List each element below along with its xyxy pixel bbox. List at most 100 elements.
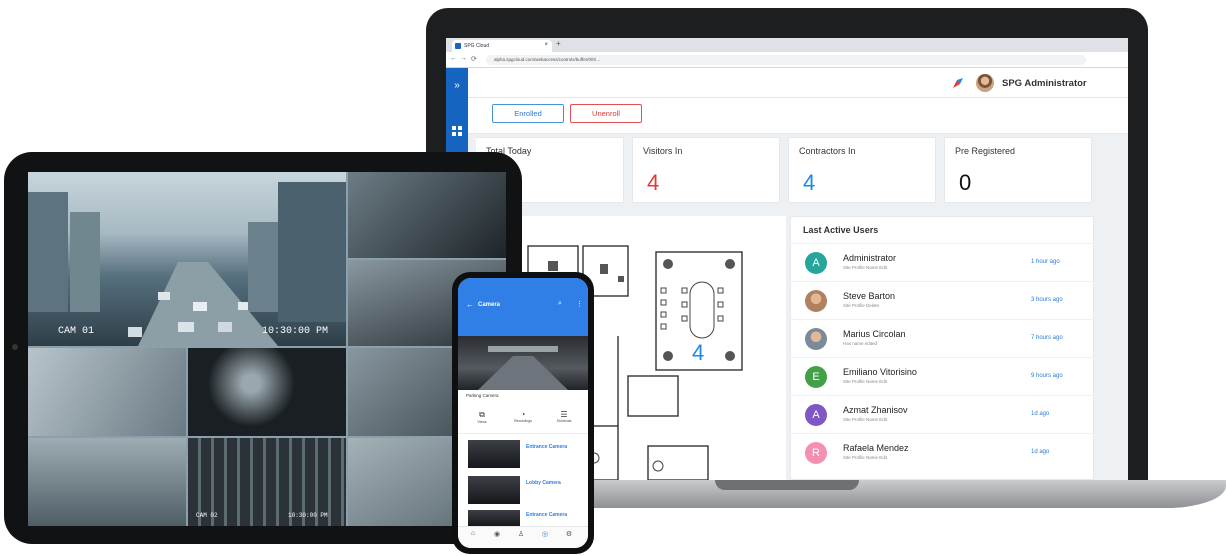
shortcuts-icon: ☰: [560, 410, 568, 419]
user-last-active-time: 1 hour ago: [1031, 259, 1060, 265]
camera-feed-main[interactable]: CAM 01 10:30:00 PM: [28, 172, 346, 346]
phone-bottom-nav: ⌂ ◉ ♙ ◎ ⚙: [458, 526, 588, 548]
phone-screen-title: Camera: [478, 302, 501, 308]
user-last-active-time: 9 hours ago: [1031, 373, 1063, 379]
enrolled-button[interactable]: Enrolled: [492, 104, 564, 123]
toolbar: Enrolled Unenroll: [468, 98, 1128, 134]
unenroll-button[interactable]: Unenroll: [570, 104, 642, 123]
back-arrow-icon[interactable]: ←: [466, 300, 474, 309]
phone-app-header: ← Camera ⌕ ⋮: [458, 278, 588, 336]
camera-name: Entrance Camera: [526, 444, 568, 450]
user-row[interactable]: Marius Circolan Has name edited 7 hours ag…: [791, 319, 1095, 357]
url-field[interactable]: alpha.spgcloud.com/webaccess/controls/bu…: [486, 55, 1086, 65]
stat-card-pre-registered[interactable]: Pre Registered 0: [944, 137, 1092, 203]
user-activity: Site Profile Delete: [843, 303, 880, 308]
avatar-photo: [805, 328, 827, 350]
tablet-screen: CAM 01 10:30:00 PM CAM 02 10:30:00 PM: [28, 172, 506, 526]
user-row[interactable]: R Rafaela Mendez Site Profile Name Edit 1d …: [791, 433, 1095, 471]
last-active-users-panel: Last Active Users A Administrator Site Pro…: [790, 216, 1095, 480]
shortcuts-action[interactable]: ☰ Shortcuts: [544, 410, 584, 423]
avatar: E: [805, 366, 827, 388]
stat-label: Visitors In: [643, 146, 683, 156]
stat-label: Pre Registered: [955, 146, 1016, 156]
user-activity: Site Profile Name Edit: [843, 417, 888, 422]
user-row[interactable]: A Administrator Site Profile Name Edit 1 ho…: [791, 243, 1095, 281]
camera-name: Lobby Camera: [526, 480, 561, 486]
camera-feed-4[interactable]: [28, 348, 186, 436]
views-icon: ⧉: [479, 410, 485, 419]
camera-timestamp: 10:30:00 PM: [262, 326, 329, 337]
camera-name: Entrance Camera: [526, 512, 568, 518]
user-name: Emiliano Vitorisino: [843, 367, 917, 377]
tablet-camera-dot: [12, 344, 18, 350]
phone-screen: ← Camera ⌕ ⋮ Parking Camera ⧉ Views ◔ Reco…: [458, 278, 588, 548]
tablet-frame: CAM 01 10:30:00 PM CAM 02 10:30:00 PM: [4, 152, 522, 544]
stat-card-contractors-in[interactable]: Contractors In 4: [788, 137, 936, 203]
camera-feed-2[interactable]: [348, 172, 506, 258]
camera-thumbnail: [468, 510, 520, 526]
user-row[interactable]: Steve Barton Site Profile Delete 3 hours a…: [791, 281, 1095, 319]
user-name: Azmat Zhanisov: [843, 405, 908, 415]
room-occupancy-count: 4: [692, 340, 705, 365]
browser-tab-strip: SPG Cloud × +: [446, 38, 1128, 52]
phone-action-bar: ⧉ Views ◔ Recordings ☰ Shortcuts: [458, 408, 588, 434]
user-last-active-time: 1d ago: [1031, 449, 1050, 455]
camera-list-item[interactable]: Entrance Camera: [468, 438, 588, 472]
camera-feed-7[interactable]: [28, 438, 186, 526]
avatar[interactable]: [976, 74, 994, 92]
stat-value: 4: [803, 170, 816, 195]
brand-logo-icon: [953, 78, 963, 88]
action-label: Shortcuts: [556, 419, 572, 423]
close-tab-icon[interactable]: ×: [544, 42, 548, 48]
forward-icon[interactable]: →: [460, 55, 467, 62]
user-name: Administrator: [843, 253, 897, 263]
recordings-action[interactable]: ◔ Recordings: [503, 410, 543, 423]
home-icon[interactable]: ⌂: [468, 530, 478, 540]
camera-feed-5[interactable]: [188, 348, 346, 436]
user-activity: Has name edited: [843, 341, 878, 346]
user-last-active-time: 1d ago: [1031, 411, 1050, 417]
stat-value: 0: [959, 170, 972, 195]
camera-thumbnail: [468, 476, 520, 504]
stat-card-visitors-in[interactable]: Visitors In 4: [632, 137, 780, 203]
avatar: A: [805, 404, 827, 426]
camera-feed-8[interactable]: CAM 02 10:30:00 PM: [188, 438, 346, 526]
user-row[interactable]: E Emiliano Vitorisino Site Profile Name Ed…: [791, 357, 1095, 395]
action-label: Views: [477, 420, 487, 424]
camera-label: CAM 02: [196, 512, 218, 519]
views-action[interactable]: ⧉ Views: [462, 410, 502, 424]
chevron-right-double-icon[interactable]: »: [451, 80, 463, 92]
more-vertical-icon[interactable]: ⋮: [576, 300, 583, 308]
grid-icon[interactable]: [451, 126, 463, 138]
phone-camera-video[interactable]: [458, 336, 588, 390]
search-icon[interactable]: ⌕: [558, 300, 562, 308]
user-activity: Site Profile Name Edit: [843, 379, 888, 384]
stat-value: 4: [647, 170, 660, 195]
back-icon[interactable]: ←: [450, 55, 457, 62]
people-icon[interactable]: ♙: [516, 530, 526, 540]
laptop-hinge-notch: [715, 480, 859, 490]
camera-list-item[interactable]: Lobby Camera: [468, 474, 588, 508]
alert-icon[interactable]: ◉: [492, 530, 502, 540]
camera-timestamp: 10:30:00 PM: [288, 512, 328, 519]
browser-tab-title: SPG Cloud: [464, 43, 490, 49]
user-name[interactable]: SPG Administrator: [1002, 78, 1087, 89]
new-tab-button[interactable]: +: [556, 39, 561, 48]
browser-tab[interactable]: SPG Cloud ×: [452, 40, 552, 52]
stat-label: Contractors In: [799, 146, 856, 156]
reload-icon[interactable]: ⟳: [471, 55, 477, 63]
street-scene-graphic: [28, 182, 346, 346]
user-last-active-time: 3 hours ago: [1031, 297, 1063, 303]
video-caption: Parking Camera: [466, 393, 499, 398]
user-row[interactable]: A Azmat Zhanisov Site Profile Name Edit 1d …: [791, 395, 1095, 433]
camera-list-item[interactable]: Entrance Camera: [468, 508, 588, 526]
user-name: Rafaela Mendez: [843, 443, 909, 453]
camera-icon[interactable]: ◎: [540, 530, 550, 540]
settings-icon[interactable]: ⚙: [564, 530, 574, 540]
user-activity: Site Profile Name Edit: [843, 455, 888, 460]
avatar-photo: [805, 290, 827, 312]
user-name: Marius Circolan: [843, 329, 906, 339]
panel-title: Last Active Users: [803, 225, 879, 235]
app-header: SPG Administrator: [468, 68, 1128, 98]
favicon-icon: [455, 43, 461, 49]
